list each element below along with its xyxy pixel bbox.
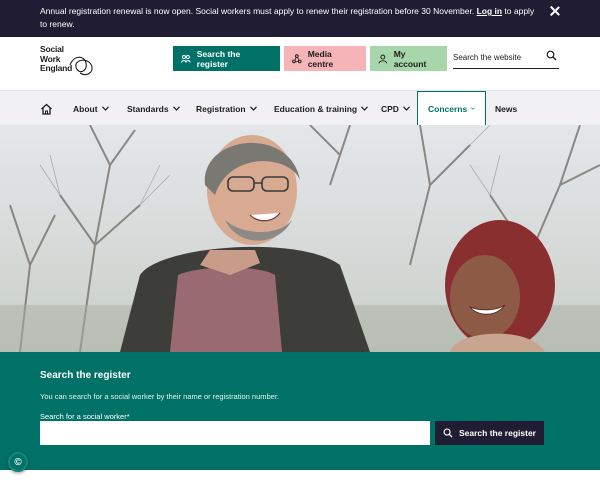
announcement-banner: Annual registration renewal is now open.… (0, 0, 600, 37)
search-register-header-button[interactable]: Search the register (173, 46, 280, 71)
social-worker-search-label: Search for a social worker* (40, 412, 130, 421)
logo-text: Social Work England (40, 44, 73, 74)
chevron-down-icon (101, 106, 109, 111)
nav-item-cpd-label: CPD (381, 103, 399, 114)
site-search (453, 47, 559, 69)
search-icon (443, 428, 453, 438)
search-register-button[interactable]: Search the register (435, 421, 544, 445)
chevron-down-icon (361, 106, 369, 111)
chevron-down-icon (471, 107, 475, 110)
nav-item-standards-label: Standards (127, 103, 169, 114)
search-register-button-label: Search the register (458, 428, 536, 438)
register-search-title: Search the register (40, 370, 131, 381)
register-search-panel: Search the register You can search for a… (0, 352, 600, 470)
nav-item-education-label: Education & training (274, 103, 358, 114)
nav-item-concerns-label: Concerns (428, 103, 468, 114)
logo[interactable]: Social Work England (40, 44, 96, 79)
home-icon (41, 103, 52, 115)
hero-image (0, 125, 600, 352)
nav-item-standards[interactable]: Standards (127, 91, 180, 126)
my-account-label: My account (393, 48, 427, 69)
nav-item-cpd[interactable]: CPD (381, 91, 410, 126)
nav-item-about-label: About (73, 103, 98, 114)
nav-item-news-label: News (495, 103, 518, 114)
search-register-header-label: Search the register (196, 48, 241, 69)
hero-photo (0, 125, 600, 352)
logo-line-england: England (40, 63, 73, 73)
nav-item-about[interactable]: About (73, 91, 109, 126)
banner-login-link[interactable]: Log in (477, 6, 503, 16)
close-icon[interactable] (548, 5, 562, 19)
main-navigation: About Standards Registration Education &… (0, 90, 600, 126)
chevron-down-icon (403, 106, 410, 111)
cookie-settings-icon[interactable]: © (8, 452, 28, 472)
nav-item-registration[interactable]: Registration (196, 91, 257, 126)
nav-item-education-training[interactable]: Education & training (274, 91, 369, 126)
social-worker-search-input[interactable] (40, 421, 430, 445)
site-header: Social Work England Search the register … (0, 37, 600, 90)
nav-item-news[interactable]: News (495, 91, 517, 126)
chevron-down-icon (249, 106, 257, 111)
chevron-down-icon (172, 106, 180, 111)
nav-item-registration-label: Registration (196, 103, 246, 114)
my-account-button[interactable]: My account (370, 46, 447, 71)
media-centre-button[interactable]: Media centre (284, 46, 366, 71)
people-icon (181, 54, 191, 63)
home-nav-item[interactable] (40, 91, 53, 126)
nav-item-concerns[interactable]: Concerns (417, 91, 486, 126)
share-icon (292, 53, 302, 63)
banner-text: Annual registration renewal is now open.… (40, 6, 477, 16)
search-icon[interactable] (546, 50, 557, 61)
register-search-description: You can search for a social worker by th… (40, 392, 280, 401)
user-icon (378, 54, 388, 64)
media-centre-label: Media centre (307, 48, 334, 69)
site-search-input[interactable] (453, 48, 541, 67)
